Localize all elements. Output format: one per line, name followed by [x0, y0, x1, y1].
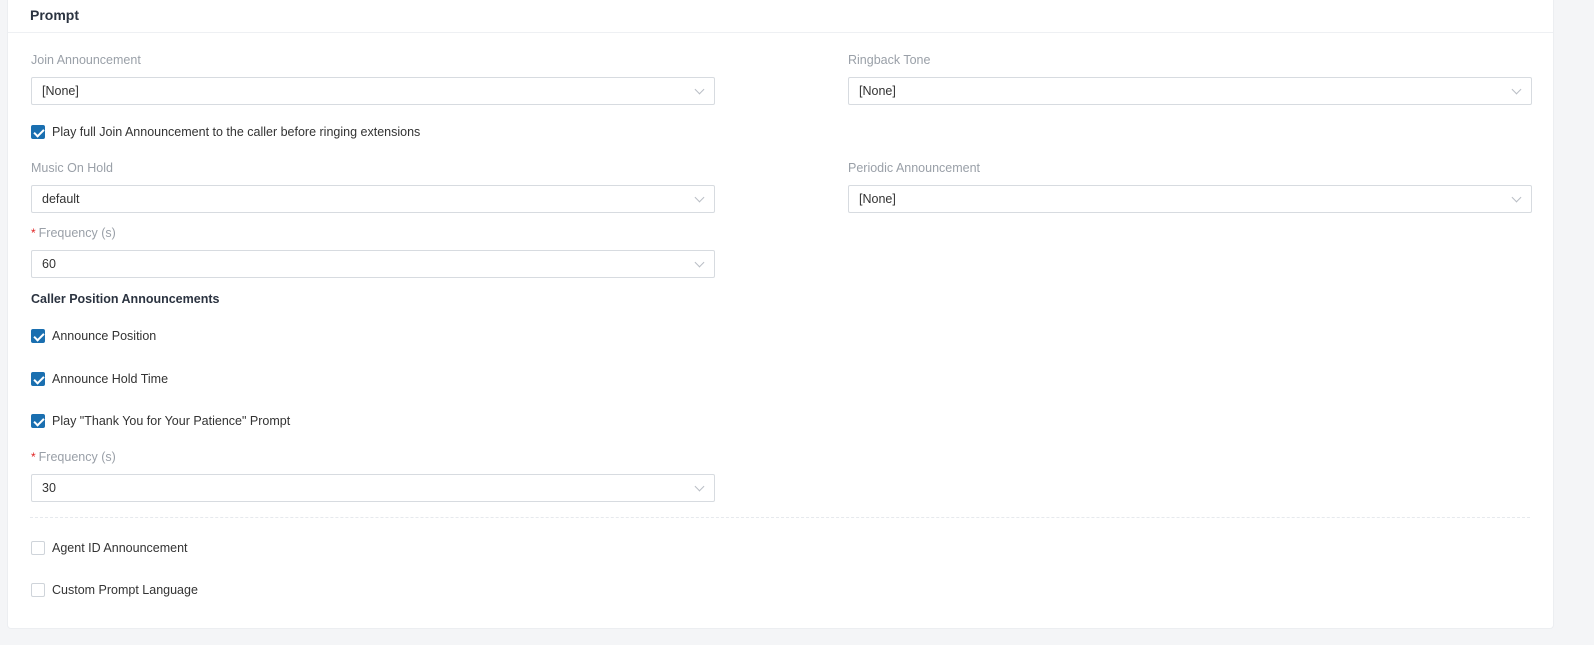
chevron-down-icon [1511, 84, 1522, 95]
prompt-panel: Prompt Join Announcement [None] Ringback… [7, 0, 1554, 629]
periodic-announcement-select[interactable]: [None] [848, 185, 1532, 213]
announce-hold-time-checkbox-row[interactable]: Announce Hold Time [31, 372, 168, 386]
thank-you-frequency-label-text: Frequency (s) [38, 450, 116, 464]
join-announcement-label: Join Announcement [31, 53, 141, 67]
required-asterisk: * [31, 226, 36, 240]
periodic-announcement-label: Periodic Announcement [848, 161, 981, 175]
agent-id-announcement-label: Agent ID Announcement [52, 541, 188, 555]
play-thank-you-checkbox-row[interactable]: Play "Thank You for Your Patience" Promp… [31, 414, 290, 428]
chevron-down-icon [694, 257, 705, 268]
announce-hold-time-label: Announce Hold Time [52, 372, 169, 386]
announce-position-checkbox[interactable] [31, 329, 45, 343]
frequency-label: * Frequency (s) [31, 226, 116, 240]
frequency-label-text: Frequency (s) [38, 226, 116, 240]
section-divider [30, 517, 1530, 518]
play-thank-you-label: Play "Thank You for Your Patience" Promp… [52, 414, 291, 428]
announce-hold-time-checkbox[interactable] [31, 372, 45, 386]
join-announcement-value: [None] [42, 84, 79, 98]
thank-you-frequency-select[interactable]: 30 [31, 474, 715, 502]
ringback-tone-select[interactable]: [None] [848, 77, 1532, 105]
caller-position-section-title: Caller Position Announcements [31, 292, 220, 306]
join-announcement-select[interactable]: [None] [31, 77, 715, 105]
frequency-select[interactable]: 60 [31, 250, 715, 278]
agent-id-announcement-checkbox[interactable] [31, 541, 45, 555]
announce-position-label: Announce Position [52, 329, 157, 343]
announce-position-checkbox-row[interactable]: Announce Position [31, 329, 156, 343]
music-on-hold-value: default [42, 192, 80, 206]
chevron-down-icon [1511, 192, 1522, 203]
required-asterisk: * [31, 450, 36, 464]
play-full-join-label: Play full Join Announcement to the calle… [52, 125, 421, 139]
panel-header: Prompt [8, 0, 1553, 33]
chevron-down-icon [694, 84, 705, 95]
custom-prompt-language-checkbox[interactable] [31, 583, 45, 597]
thank-you-frequency-label: * Frequency (s) [31, 450, 116, 464]
periodic-announcement-value: [None] [859, 192, 896, 206]
music-on-hold-select[interactable]: default [31, 185, 715, 213]
ringback-tone-label: Ringback Tone [848, 53, 931, 67]
play-thank-you-checkbox[interactable] [31, 414, 45, 428]
agent-id-announcement-checkbox-row[interactable]: Agent ID Announcement [31, 541, 188, 555]
thank-you-frequency-value: 30 [42, 481, 56, 495]
chevron-down-icon [694, 481, 705, 492]
play-full-join-checkbox[interactable] [31, 125, 45, 139]
music-on-hold-label: Music On Hold [31, 161, 113, 175]
frequency-value: 60 [42, 257, 56, 271]
play-full-join-checkbox-row[interactable]: Play full Join Announcement to the calle… [31, 125, 420, 139]
ringback-tone-value: [None] [859, 84, 896, 98]
custom-prompt-language-label: Custom Prompt Language [52, 583, 198, 597]
chevron-down-icon [694, 192, 705, 203]
panel-title: Prompt [30, 7, 79, 23]
custom-prompt-language-checkbox-row[interactable]: Custom Prompt Language [31, 583, 198, 597]
